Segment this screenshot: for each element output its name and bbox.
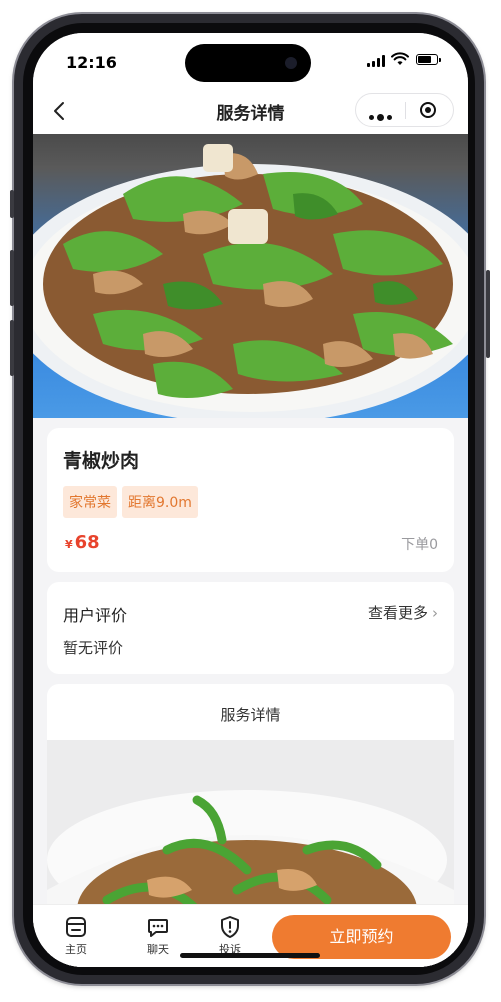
service-detail-title: 服务详情 (220, 706, 281, 724)
screen: 12:16 服务详情 青椒炒肉 家常菜 距离9.0m ¥ 68 下单0 用户评价… (33, 33, 468, 967)
mini-program-capsule (355, 93, 454, 127)
tag-distance: 距离9.0m (122, 486, 198, 518)
cellular-signal-icon (367, 55, 385, 67)
reviews-card: 用户评价 查看更多 › 暂无评价 (47, 582, 454, 674)
reviews-empty-text: 暂无评价 (63, 639, 124, 657)
status-bar: 12:16 (33, 33, 468, 88)
chat-icon (148, 919, 168, 937)
price-value: 68 (74, 532, 100, 553)
status-time: 12:16 (66, 53, 117, 72)
tab-home-label: 主页 (65, 943, 87, 956)
dish-info-card: 青椒炒肉 家常菜 距离9.0m ¥68 下单0 (47, 428, 454, 572)
power-button (486, 270, 490, 358)
dynamic-island (185, 44, 311, 82)
target-close-icon[interactable] (420, 102, 436, 118)
nav-bar: 服务详情 (33, 88, 468, 134)
more-dots-icon[interactable] (369, 107, 395, 126)
action-button (10, 190, 14, 218)
dish-name: 青椒炒肉 (63, 450, 140, 472)
volume-up-button (10, 250, 14, 306)
shop-icon (66, 917, 86, 937)
dish-photo (33, 144, 468, 418)
chevron-right-icon: › (432, 604, 438, 622)
price-currency: ¥ (65, 538, 73, 551)
battery-icon (416, 54, 441, 65)
shield-alert-icon (221, 916, 239, 938)
hero-dish-image (33, 134, 468, 418)
tag-list: 家常菜 距离9.0m (63, 486, 203, 518)
reviews-more-label: 查看更多 (367, 604, 428, 622)
reviews-title: 用户评价 (63, 606, 128, 625)
tab-chat[interactable]: 聊天 (135, 915, 181, 957)
volume-down-button (10, 320, 14, 376)
wifi-icon (391, 52, 409, 65)
home-indicator (180, 953, 320, 958)
order-count: 下单0 (401, 537, 438, 553)
tab-complaint[interactable]: 投诉 (207, 915, 253, 957)
tab-home[interactable]: 主页 (53, 915, 99, 957)
reviews-more-link[interactable]: 查看更多 › (368, 602, 438, 623)
tag-cuisine: 家常菜 (63, 486, 117, 518)
price: ¥68 (65, 532, 100, 553)
tab-chat-label: 聊天 (147, 943, 169, 956)
